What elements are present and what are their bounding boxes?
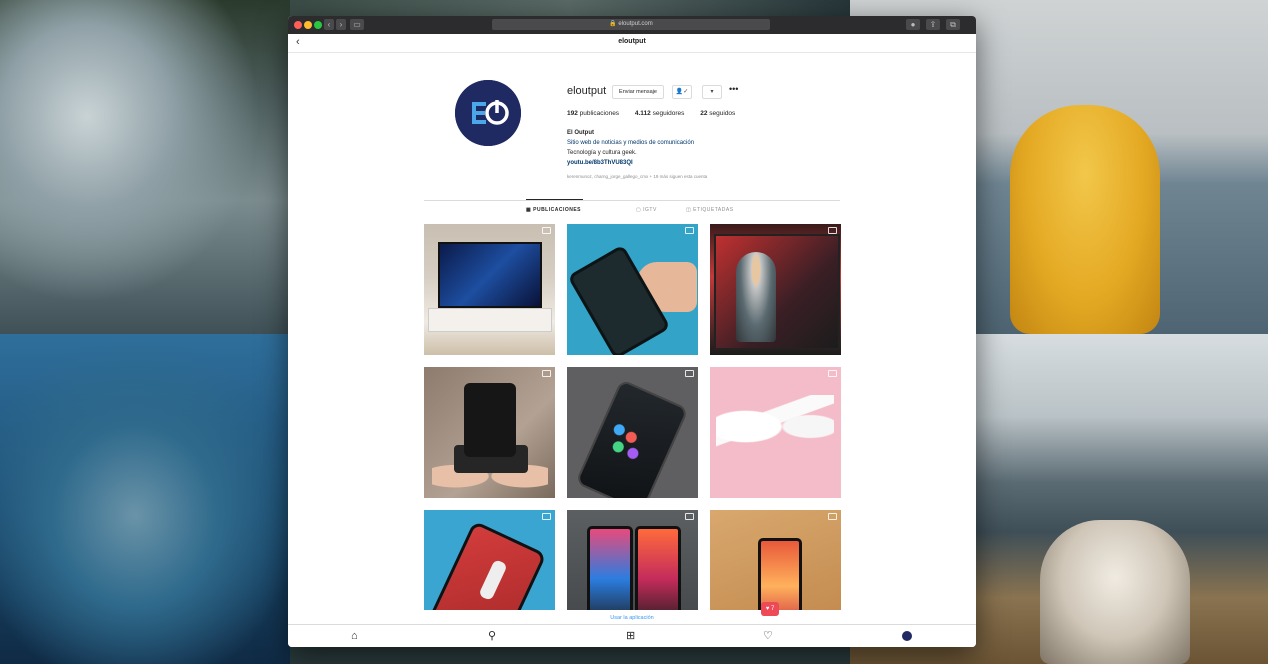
activity-icon[interactable]: ♡ — [763, 629, 773, 643]
video-icon — [542, 370, 551, 377]
following-label: seguidos — [709, 110, 736, 117]
followers-label: seguidores — [652, 110, 685, 117]
video-icon — [685, 227, 694, 234]
post-tile[interactable] — [424, 510, 555, 610]
post-image-phone-right — [635, 526, 681, 610]
wallpaper-strip-bottom — [290, 645, 850, 664]
post-tile[interactable] — [710, 510, 841, 610]
tab-igtv-label: IGTV — [643, 207, 657, 213]
eloutput-logo-icon — [455, 80, 521, 146]
more-options-icon[interactable]: ••• — [729, 84, 738, 94]
post-image-tv — [438, 242, 542, 308]
instagram-header: ‹ eloutput — [288, 34, 976, 53]
extension-icon[interactable]: ● — [906, 19, 920, 30]
post-image-phone — [758, 538, 802, 610]
following-stat[interactable]: 22 seguidos — [700, 110, 735, 117]
chevron-down-icon[interactable]: ▾ — [702, 85, 722, 99]
profile-username: eloutput — [567, 85, 607, 97]
posts-label: publicaciones — [579, 110, 620, 117]
home-icon[interactable]: ⌂ — [351, 629, 358, 643]
post-tile[interactable] — [424, 367, 555, 498]
post-tile[interactable] — [567, 510, 698, 610]
profile-bio: El Output Sitio web de noticias y medios… — [567, 128, 694, 168]
followers-stat[interactable]: 4.112 seguidores — [635, 110, 685, 117]
bottom-nav: ⌂ ⚲ ⊞ ♡ — [288, 624, 976, 647]
wallpaper-shipwreck — [0, 334, 300, 664]
tab-publicaciones-label: PUBLICACIONES — [533, 207, 582, 213]
followers-count: 4.112 — [634, 110, 651, 117]
wallpaper-sea — [0, 0, 290, 334]
tab-publicaciones[interactable]: ▦ PUBLICACIONES — [526, 207, 581, 213]
video-icon — [828, 370, 837, 377]
followed-by-text[interactable]: kerenmunoz, charng_jorge_gallego_cmx + 1… — [567, 174, 707, 179]
video-icon — [542, 513, 551, 520]
posts-count: 192 — [567, 110, 578, 117]
post-image-earbuds — [716, 395, 834, 465]
video-icon — [828, 513, 837, 520]
post-tile[interactable] — [424, 224, 555, 355]
tab-igtv[interactable]: ▢ IGTV — [636, 207, 657, 213]
post-image-phone — [567, 244, 671, 355]
browser-titlebar: ‹ › ▭ 🔒 eloutput.com ● ⇪ ⧉ — [288, 16, 976, 34]
bio-description: Tecnología y cultura geek. — [567, 150, 637, 156]
url-text: eloutput.com — [618, 21, 653, 27]
minimize-window-button[interactable] — [304, 21, 312, 29]
following-user-icon[interactable]: 👤✓ — [672, 85, 692, 99]
following-count: 22 — [700, 110, 708, 117]
send-message-button[interactable]: Enviar mensaje — [612, 85, 664, 99]
posts-stat: 192 publicaciones — [567, 110, 619, 117]
post-image-stand — [428, 308, 552, 332]
address-bar[interactable]: 🔒 eloutput.com — [492, 19, 770, 30]
profile-stats: 192 publicaciones 4.112 seguidores 22 se… — [567, 110, 749, 117]
video-icon — [685, 513, 694, 520]
new-post-icon[interactable]: ⊞ — [626, 629, 635, 643]
wallpaper-horse — [1040, 520, 1190, 664]
forward-arrow-icon[interactable]: › — [336, 19, 346, 30]
bio-name: El Output — [567, 130, 594, 136]
browser-window: ‹ › ▭ 🔒 eloutput.com ● ⇪ ⧉ ‹ eloutput el… — [288, 16, 976, 647]
tab-etiquetadas[interactable]: ◫ ETIQUETADAS — [686, 207, 734, 213]
notification-count: 7 — [770, 606, 775, 612]
close-window-button[interactable] — [294, 21, 302, 29]
notification-badge[interactable]: ♥ 7 — [761, 602, 779, 616]
search-icon[interactable]: ⚲ — [488, 629, 496, 643]
post-image-phone-left — [587, 526, 633, 610]
wallpaper-raincoat-person — [1010, 105, 1160, 334]
bio-category: Sitio web de noticias y medios de comuni… — [567, 140, 695, 146]
page-title: eloutput — [618, 38, 646, 45]
video-icon — [542, 227, 551, 234]
post-image-lens — [464, 383, 516, 457]
sidebar-toggle-icon[interactable]: ▭ — [350, 19, 364, 30]
back-arrow-icon[interactable]: ‹ — [324, 19, 334, 30]
tabs-overview-icon[interactable]: ⧉ — [946, 19, 960, 30]
zoom-window-button[interactable] — [314, 21, 322, 29]
tab-etiquetadas-label: ETIQUETADAS — [693, 207, 734, 213]
use-app-link[interactable]: Usar la aplicación — [288, 615, 976, 621]
post-tile[interactable] — [567, 224, 698, 355]
video-icon — [685, 370, 694, 377]
profile-icon[interactable] — [902, 631, 912, 641]
album-icon — [828, 227, 837, 234]
post-image-laptop — [714, 234, 840, 350]
bio-link[interactable]: youtu.be/8b3ThVU83QI — [567, 158, 694, 168]
post-tile[interactable] — [710, 224, 841, 355]
profile-tabs: ▦ PUBLICACIONES ▢ IGTV ◫ ETIQUETADAS — [424, 200, 840, 215]
post-tile[interactable] — [710, 367, 841, 498]
post-image-person — [736, 252, 776, 342]
share-icon[interactable]: ⇪ — [926, 19, 940, 30]
profile-avatar[interactable] — [455, 80, 521, 146]
post-tile[interactable] — [567, 367, 698, 498]
